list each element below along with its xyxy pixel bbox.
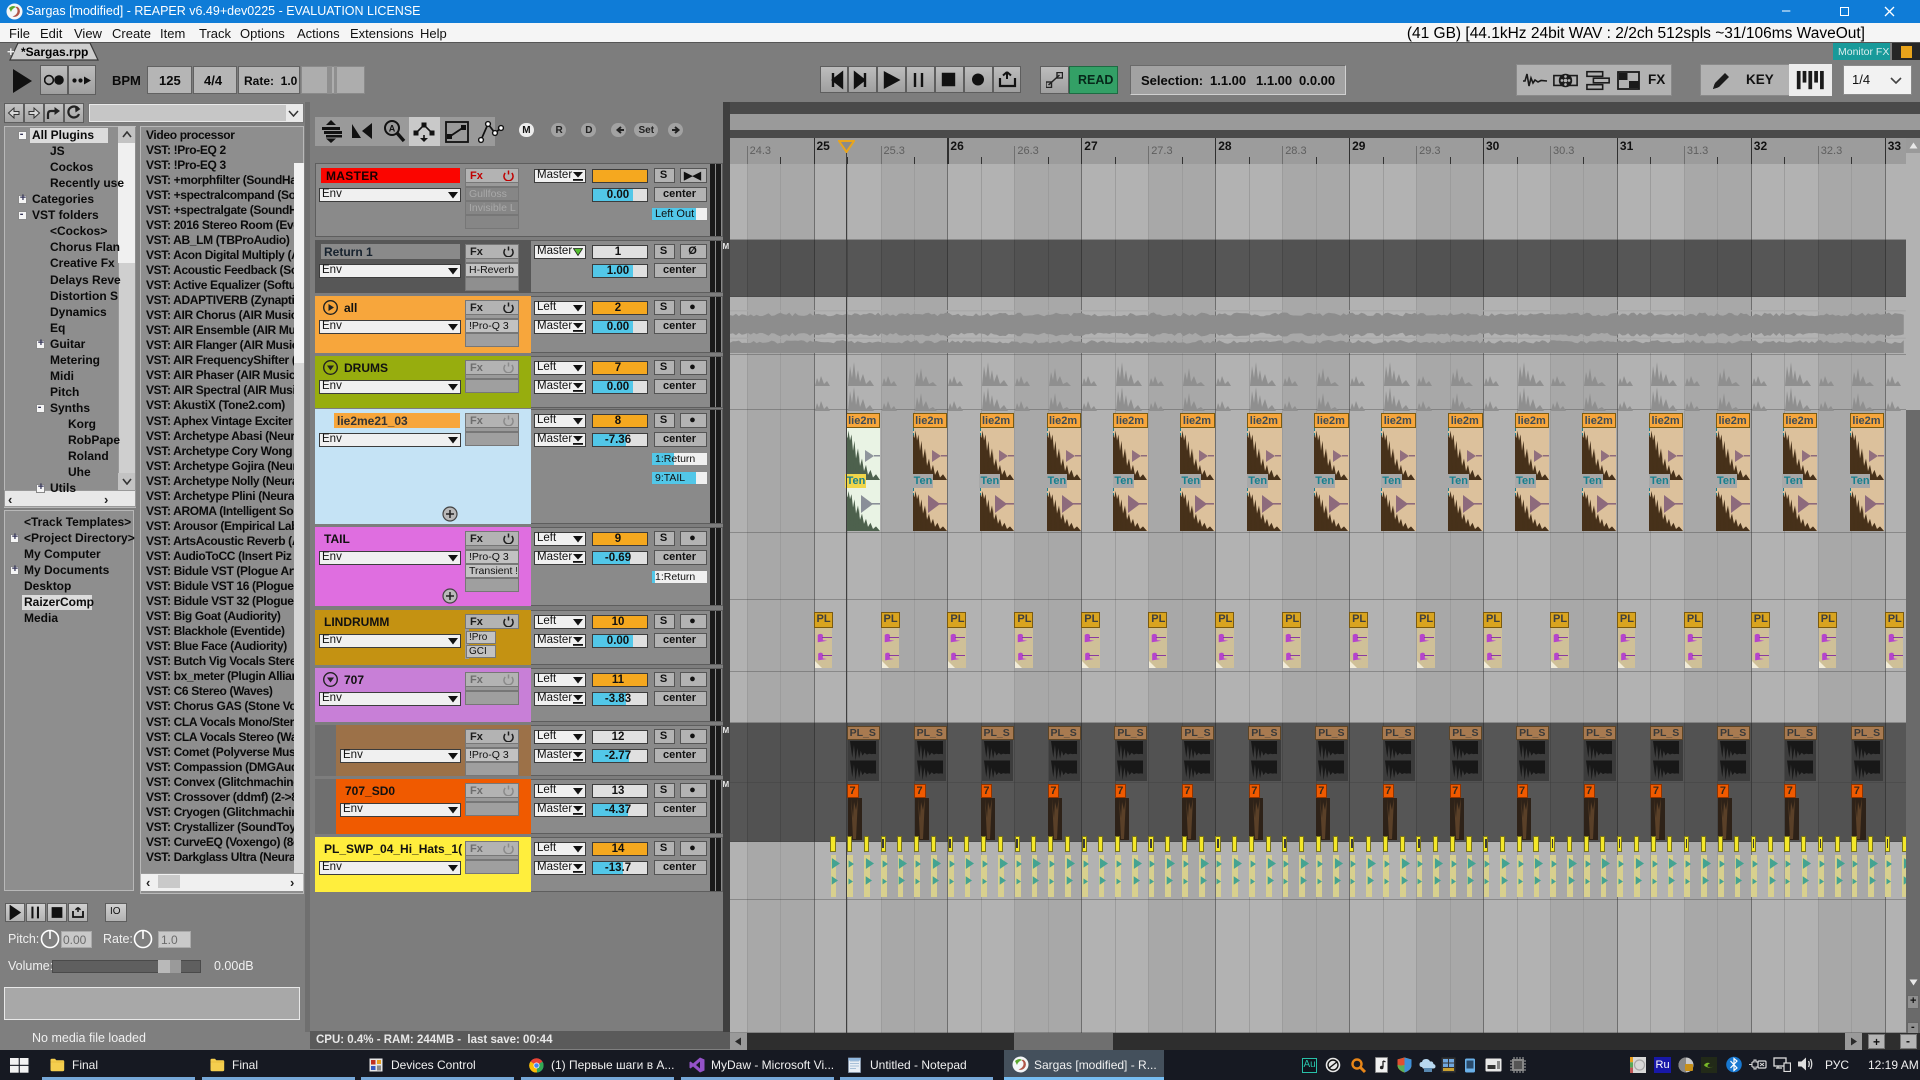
svg-text:A: A — [389, 124, 396, 134]
